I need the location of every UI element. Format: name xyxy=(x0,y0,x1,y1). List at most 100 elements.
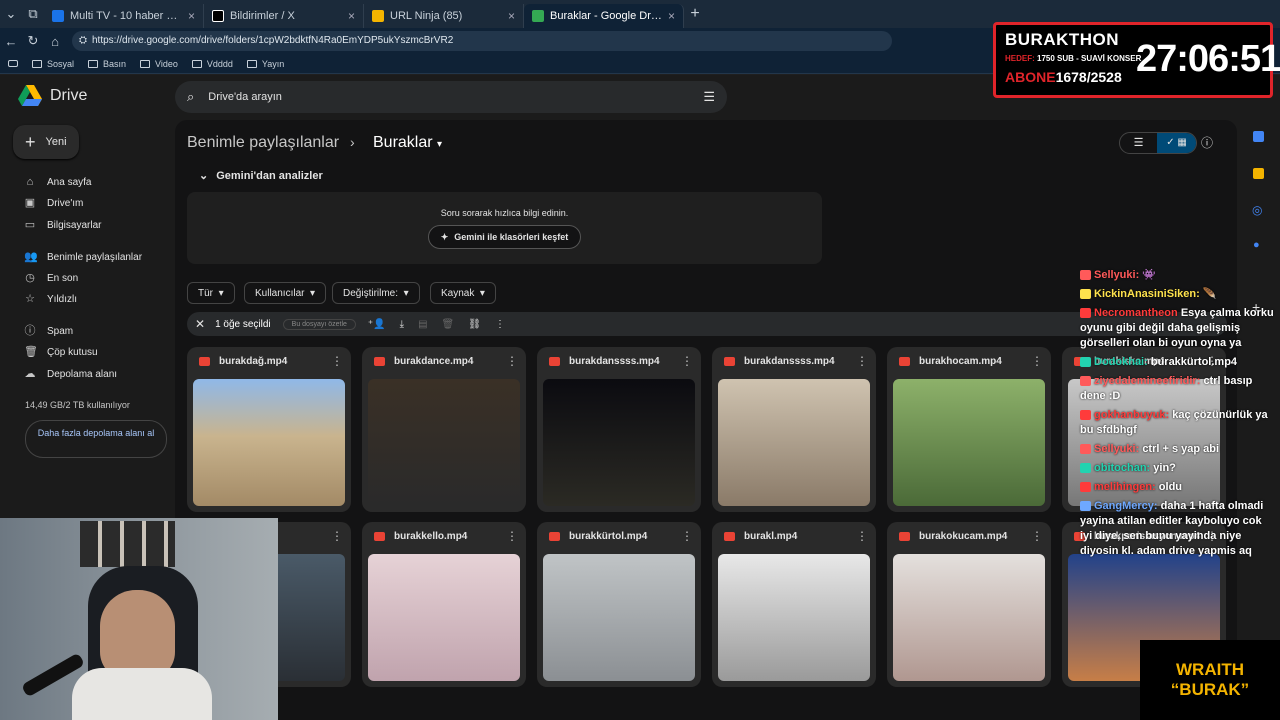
more-options-icon[interactable]: ⋮ xyxy=(856,354,868,368)
site-info-icon[interactable]: ⛭ xyxy=(79,31,87,51)
file-thumbnail[interactable] xyxy=(368,554,520,681)
more-options-icon[interactable]: ⋮ xyxy=(1031,529,1043,543)
more-options-icon[interactable]: ⋮ xyxy=(495,319,505,330)
drive-logo[interactable]: Drive xyxy=(18,85,87,107)
sidebar-item-my-drive[interactable]: ▣ Drive'ım xyxy=(24,197,84,209)
new-button[interactable]: + Yeni xyxy=(13,125,79,159)
more-options-icon[interactable]: ⋮ xyxy=(331,354,343,368)
filter-modified[interactable]: Değiştirilme: ▾ xyxy=(332,282,420,304)
gemini-header[interactable]: ⌄ Gemini'dan analizler xyxy=(199,169,323,182)
file-thumbnail[interactable] xyxy=(893,379,1045,506)
sidebar-item-shared[interactable]: 👥 Benimle paylaşılanlar xyxy=(24,251,142,263)
more-options-icon[interactable]: ⋮ xyxy=(856,529,868,543)
sparkle-icon: ✦ xyxy=(440,231,449,242)
file-card[interactable]: burakkürtol.mp4 ⋮ xyxy=(537,522,701,687)
bookmarks-icon[interactable] xyxy=(8,60,18,67)
chat-badge-icon xyxy=(1080,463,1091,474)
move-icon[interactable]: ▤ xyxy=(418,319,427,330)
grid-view-icon[interactable]: ✓ ▦ xyxy=(1157,133,1196,153)
list-view-icon[interactable]: ☰ xyxy=(1120,133,1157,153)
url-field[interactable]: ⛭ https://drive.google.com/drive/folders/… xyxy=(72,31,892,51)
new-tab-icon[interactable]: + xyxy=(684,5,706,23)
bookmark-folder[interactable]: Basın xyxy=(88,59,126,69)
filter-source[interactable]: Kaynak ▾ xyxy=(430,282,496,304)
file-thumbnail[interactable] xyxy=(543,379,695,506)
file-card[interactable]: burakdanssss.mp4 ⋮ xyxy=(537,347,701,512)
workspaces-icon[interactable]: ⧉ xyxy=(22,6,44,22)
more-options-icon[interactable]: ⋮ xyxy=(681,529,693,543)
back-icon[interactable]: ← xyxy=(0,34,22,49)
breadcrumb-current[interactable]: Buraklar ▾ xyxy=(373,134,442,152)
file-card[interactable]: burakokucam.mp4 ⋮ xyxy=(887,522,1051,687)
more-options-icon[interactable]: ⋮ xyxy=(1031,354,1043,368)
get-more-storage-button[interactable]: Daha fazla depolama alanı al xyxy=(25,420,167,458)
browser-tab[interactable]: URL Ninja (85) × xyxy=(364,4,524,28)
subs-label: ABONE xyxy=(1005,69,1056,85)
filter-label: Kullanıcılar xyxy=(255,287,305,299)
caret-down-icon: ▾ xyxy=(479,287,485,299)
file-thumbnail[interactable] xyxy=(543,554,695,681)
more-options-icon[interactable]: ⋮ xyxy=(506,354,518,368)
sidebar-item-home[interactable]: ⌂ Ana sayfa xyxy=(24,176,92,188)
file-card[interactable]: burakdağ.mp4 ⋮ xyxy=(187,347,351,512)
chat-badge-icon xyxy=(1080,501,1091,512)
sidebar-item-starred[interactable]: ☆ Yıldızlı xyxy=(24,293,77,305)
bookmark-folder[interactable]: Yayın xyxy=(246,59,284,69)
file-thumbnail[interactable] xyxy=(718,554,870,681)
close-icon[interactable]: × xyxy=(508,9,515,23)
sidebar-item-computers[interactable]: ▭ Bilgisayarlar xyxy=(24,219,102,231)
reload-icon[interactable]: ↻ xyxy=(22,33,44,49)
more-options-icon[interactable]: ⋮ xyxy=(506,529,518,543)
file-card[interactable]: burakhocam.mp4 ⋮ xyxy=(887,347,1051,512)
chat-message: melihingen: oldu xyxy=(1080,480,1276,495)
more-options-icon[interactable]: ⋮ xyxy=(331,529,343,543)
chat-message: ziyedalemineefiridir: ctrl basıp dene :D xyxy=(1080,374,1276,404)
file-thumbnail[interactable] xyxy=(718,379,870,506)
browser-tab-active[interactable]: Buraklar - Google Drive × xyxy=(524,4,684,28)
file-card[interactable]: burakl.mp4 ⋮ xyxy=(712,522,876,687)
summarize-button[interactable]: Bu dosyayı özetle xyxy=(282,318,356,330)
close-icon[interactable]: × xyxy=(348,9,355,23)
browser-tab[interactable]: Bildirimler / X × xyxy=(204,4,364,28)
share-icon[interactable]: ⁺👤 xyxy=(368,319,386,330)
close-icon[interactable]: × xyxy=(188,9,195,23)
file-thumbnail[interactable] xyxy=(193,379,345,506)
tab-list-icon[interactable]: ⌄ xyxy=(0,6,22,22)
browser-tab[interactable]: Multi TV - 10 haber kanalını aynı a × xyxy=(44,4,204,28)
subs-value: 1678/2528 xyxy=(1055,69,1122,85)
calendar-icon[interactable] xyxy=(1253,131,1264,142)
more-options-icon[interactable]: ⋮ xyxy=(681,354,693,368)
contacts-icon[interactable]: ● xyxy=(1253,239,1260,251)
filter-type[interactable]: Tür ▾ xyxy=(187,282,235,304)
search-input[interactable]: ⌕ Drive'da arayın ☰ xyxy=(175,81,727,113)
link-icon[interactable]: ⛓ xyxy=(468,319,481,330)
filter-options-icon[interactable]: ☰ xyxy=(703,89,715,105)
download-icon[interactable]: ⤓ xyxy=(400,319,404,330)
file-card[interactable]: burakdanssss.mp4 ⋮ xyxy=(712,347,876,512)
video-file-icon xyxy=(374,532,385,541)
chat-username: Necromantheon xyxy=(1094,307,1178,319)
tasks-icon[interactable]: ◎ xyxy=(1252,203,1262,217)
sidebar-item-spam[interactable]: ⓘ Spam xyxy=(24,325,74,337)
keep-icon[interactable] xyxy=(1253,168,1264,179)
close-icon[interactable]: × xyxy=(668,9,675,23)
delete-icon[interactable]: 🗑 xyxy=(442,319,455,330)
gemini-explore-button[interactable]: ✦ Gemini ile klasörleri keşfet xyxy=(428,225,581,249)
people-icon: 👥 xyxy=(24,251,38,263)
breadcrumb-parent[interactable]: Benimle paylaşılanlar xyxy=(187,134,339,152)
bookmark-folder[interactable]: Sosyal xyxy=(32,59,74,69)
filter-people[interactable]: Kullanıcılar ▾ xyxy=(244,282,327,304)
home-icon[interactable]: ⌂ xyxy=(44,34,66,49)
close-icon[interactable]: ✕ xyxy=(195,317,205,331)
file-card[interactable]: burakdance.mp4 ⋮ xyxy=(362,347,526,512)
file-thumbnail[interactable] xyxy=(893,554,1045,681)
bookmark-folder[interactable]: Vdddd xyxy=(191,59,233,69)
file-card[interactable]: burakkello.mp4 ⋮ xyxy=(362,522,526,687)
plus-icon: + xyxy=(25,131,36,152)
info-icon[interactable]: ⓘ xyxy=(1201,134,1213,151)
sidebar-item-trash[interactable]: 🗑 Çöp kutusu xyxy=(24,346,98,358)
bookmark-folder[interactable]: Video xyxy=(140,59,178,69)
sidebar-item-recent[interactable]: ◷ En son xyxy=(24,272,78,284)
sidebar-item-storage[interactable]: ☁ Depolama alanı xyxy=(24,368,118,380)
file-thumbnail[interactable] xyxy=(368,379,520,506)
